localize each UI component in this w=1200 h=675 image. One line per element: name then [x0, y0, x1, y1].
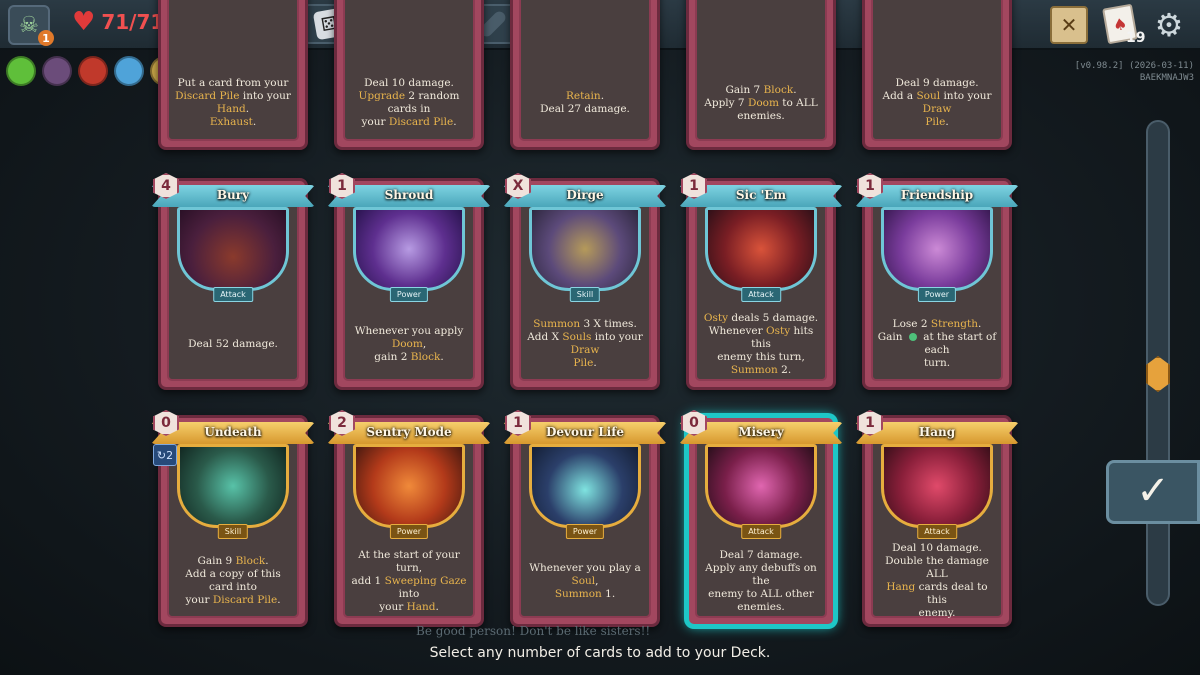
card-description: Osty deals 5 damage. Whenever Osty hits t… [703, 311, 819, 376]
card-description: Whenever you play a Soul, Summon 1. [529, 561, 641, 600]
card-partial[interactable]: Put a card from your Discard Pile into yo… [158, 0, 308, 150]
card-art [705, 444, 817, 528]
card-description: Deal 10 damage. Upgrade 2 random cards in… [358, 77, 460, 128]
card-name: Devour Life [545, 425, 625, 439]
card-hang[interactable]: Hang Attack 1 Deal 10 damage. Double the dam… [855, 410, 1019, 627]
card-misery[interactable]: Misery Attack 0 Deal 7 damage. Apply any deb… [679, 410, 843, 627]
faded-chat-message: Be good person! Don't be like sisters!! [416, 624, 651, 638]
card-type: Power [389, 524, 429, 539]
card-type: Skill [217, 524, 249, 539]
card-partial[interactable]: Deal 10 damage. Upgrade 2 random cards in… [334, 0, 484, 150]
card-description: Summon 3 X times. Add X Souls into your D… [527, 318, 643, 369]
card-type: Skill [569, 287, 601, 302]
card-partial[interactable]: Deal 9 damage. Add a Soul into your Draw P… [862, 0, 1012, 150]
card-name: Hang [918, 425, 956, 439]
card-description: Gain 7 Block. Apply 7 Doom to ALL enemies. [704, 83, 818, 122]
card-dirge[interactable]: Dirge Skill X Summon 3 X times. Add X Souls … [503, 173, 667, 390]
card-art [177, 444, 289, 528]
card-description: Lose 2 Strength. Gain at the start of eac… [877, 318, 997, 369]
card-type: Power [389, 287, 429, 302]
card-art [353, 444, 465, 528]
card-description: Deal 10 damage. Double the damage ALL Hang… [885, 542, 989, 619]
card-type: Attack [741, 287, 781, 302]
card-sic-em[interactable]: Sic 'Em Attack 1 Osty deals 5 damage. Whenev… [679, 173, 843, 390]
card-name: Friendship [900, 188, 974, 202]
hp-value: 71/71 [101, 10, 165, 34]
card-description: Gain 9 Block. Add a copy of this card int… [185, 555, 281, 606]
purple-orb-icon[interactable] [42, 56, 72, 86]
card-devour-life[interactable]: Devour Life Power 1 Whenever you play a Sou… [503, 410, 667, 627]
card-friendship[interactable]: Friendship Power 1 Lose 2 Strength. Gain at … [855, 173, 1019, 390]
card-name: Sic 'Em [735, 188, 787, 202]
card-description: At the start of your turn, add 1 Sweeping… [351, 548, 467, 613]
confirm-button[interactable]: ✓ [1106, 460, 1200, 524]
card-name: Sentry Mode [366, 425, 452, 439]
card-art [177, 207, 289, 291]
card-description: Whenever you apply Doom, gain 2 Block. [354, 324, 464, 363]
eye-ring-icon[interactable] [6, 56, 36, 86]
card-name: Undeath [204, 425, 262, 439]
card-partial[interactable]: Gain 7 Block. Apply 7 Doom to ALL enemies. [686, 0, 836, 150]
card-art [529, 207, 641, 291]
card-art [353, 207, 465, 291]
card-name: Shroud [384, 188, 434, 202]
heart-icon: ♥ [72, 7, 96, 37]
card-sentry-mode[interactable]: Sentry Mode Power 2 At the start of your tu… [327, 410, 491, 627]
card-bury[interactable]: Bury Attack 4 Deal 52 damage. [151, 173, 315, 390]
card-type: Power [917, 287, 957, 302]
card-art [881, 444, 993, 528]
card-name: Dirge [566, 188, 604, 202]
card-partial[interactable]: Retain. Deal 27 damage. [510, 0, 660, 150]
card-art [529, 444, 641, 528]
card-description: Deal 52 damage. [188, 337, 278, 350]
card-description: Deal 9 damage. Add a Soul into your Draw P… [882, 77, 992, 128]
card-undeath[interactable]: Undeath Skill 0 ↻2 Gain 9 Block. Add a copy o… [151, 410, 315, 627]
card-type: Power [565, 524, 605, 539]
card-name: Misery [738, 425, 784, 439]
settings-gear-icon[interactable]: ⚙ [1150, 6, 1188, 44]
card-name: Bury [216, 188, 250, 202]
map-button[interactable]: ✕ [1050, 6, 1088, 44]
card-description: Deal 7 damage. Apply any debuffs on the en… [705, 548, 817, 613]
genie-lamp-icon[interactable] [78, 56, 108, 86]
version-info: [v0.98.2] (2026-03-11) BAEKMNAJW3 [1075, 60, 1194, 84]
seed-line: BAEKMNAJW3 [1139, 73, 1194, 83]
card-type: Attack [213, 287, 253, 302]
card-art [705, 207, 817, 291]
replay-badge-icon: ↻2 [153, 444, 177, 466]
deck-count: 19 [1126, 30, 1146, 46]
card-art [881, 207, 993, 291]
card-description: Put a card from your Discard Pile into yo… [175, 77, 291, 128]
character-badge: 1 [38, 30, 54, 46]
version-line: [v0.98.2] (2026-03-11) [1074, 61, 1194, 71]
card-type: Attack [741, 524, 781, 539]
card-shroud[interactable]: Shroud Power 1 Whenever you apply Doom, gain… [327, 173, 491, 390]
card-description: Retain. Deal 27 damage. [540, 90, 630, 115]
hp-display: ♥ 71/71 [72, 9, 164, 35]
selection-prompt: Select any number of cards to add to you… [429, 645, 771, 661]
card-type: Attack [917, 524, 957, 539]
blue-ring-icon[interactable] [114, 56, 144, 86]
